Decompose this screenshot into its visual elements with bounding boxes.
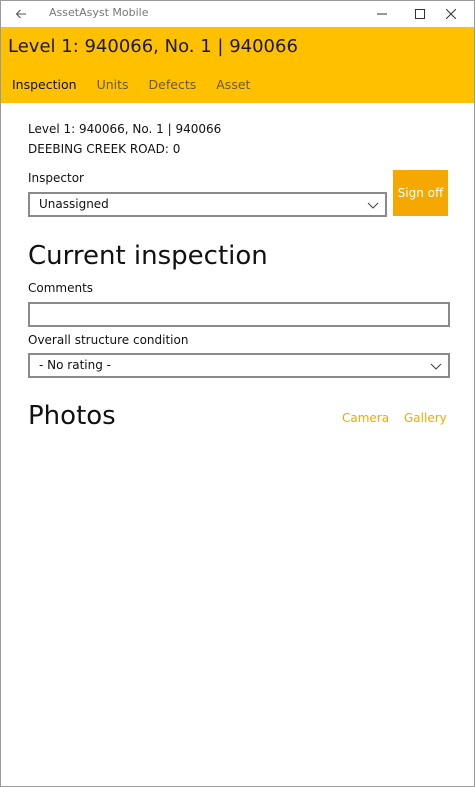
tab-inspection[interactable]: Inspection: [12, 77, 77, 92]
inspector-label: Inspector: [28, 171, 84, 185]
page-header: Level 1: 940066, No. 1 | 940066 Inspecti…: [1, 27, 474, 103]
asset-level-text: Level 1: 940066, No. 1 | 940066: [28, 122, 222, 136]
camera-link[interactable]: Camera: [342, 411, 389, 425]
page-title: Level 1: 940066, No. 1 | 940066: [8, 36, 298, 57]
gallery-link[interactable]: Gallery: [404, 411, 447, 425]
condition-select[interactable]: - No rating -: [28, 353, 450, 378]
tab-bar: Inspection Units Defects Asset: [12, 77, 270, 92]
chevron-down-icon: [367, 202, 379, 209]
back-arrow-icon: [15, 9, 26, 19]
road-text: DEEBING CREEK ROAD: 0: [28, 142, 181, 156]
tab-defects[interactable]: Defects: [149, 77, 197, 92]
tab-asset[interactable]: Asset: [216, 77, 250, 92]
inspector-select[interactable]: Unassigned: [28, 192, 387, 217]
app-window: AssetAsyst Mobile Level 1: 940066, No. 1…: [0, 0, 475, 787]
chevron-down-icon: [430, 363, 442, 370]
maximize-icon: [415, 9, 425, 19]
app-title: AssetAsyst Mobile: [49, 6, 149, 19]
title-bar: AssetAsyst Mobile: [1, 1, 474, 27]
comments-label: Comments: [28, 281, 94, 295]
condition-label: Overall structure condition: [28, 333, 189, 347]
photos-heading: Photos: [28, 401, 116, 431]
close-button[interactable]: [428, 1, 474, 27]
comments-input[interactable]: [28, 302, 450, 327]
minimize-icon: [377, 13, 387, 15]
inspector-selected-value: Unassigned: [39, 197, 109, 211]
back-button[interactable]: [9, 4, 33, 24]
sign-off-button[interactable]: Sign off: [393, 170, 448, 216]
tab-units[interactable]: Units: [97, 77, 129, 92]
current-inspection-heading: Current inspection: [28, 241, 268, 271]
close-icon: [446, 9, 456, 19]
condition-selected-value: - No rating -: [39, 358, 111, 372]
